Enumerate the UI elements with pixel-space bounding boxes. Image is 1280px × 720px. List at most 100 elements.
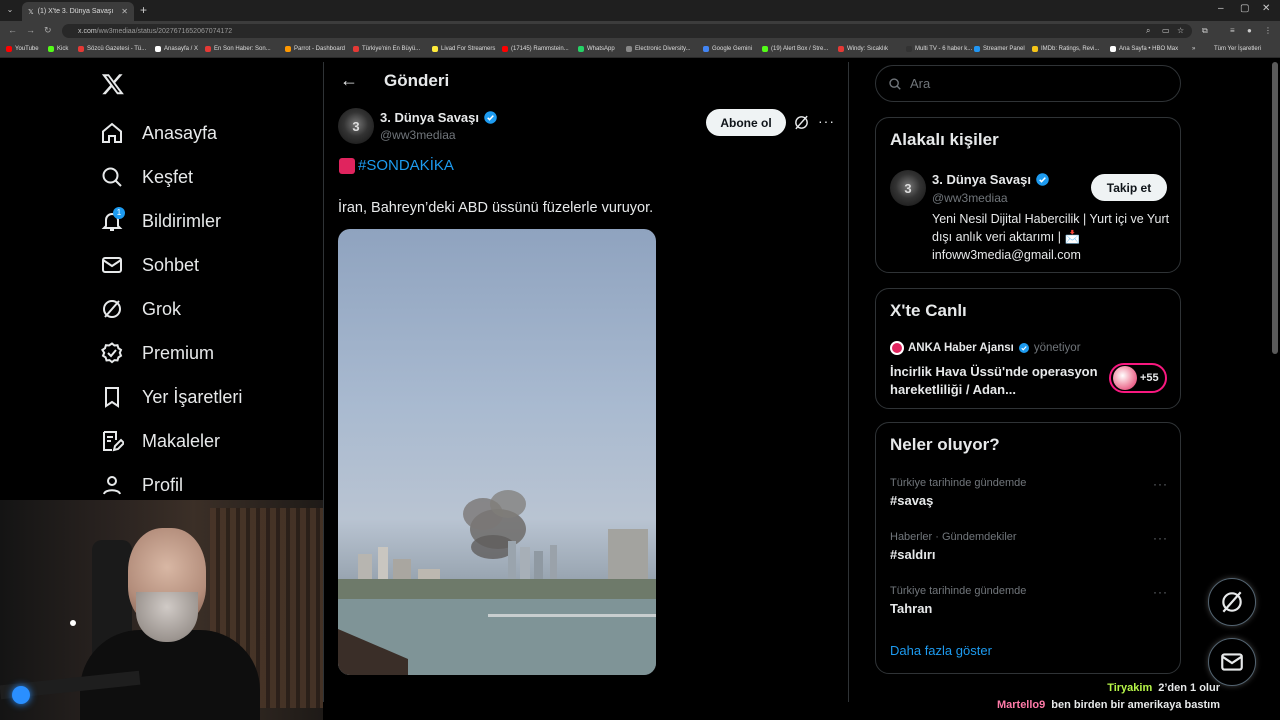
- bookmark-item[interactable]: Livad For Streamers: [432, 46, 495, 52]
- live-host[interactable]: ANKA Haber Ajansı yönetiyor: [890, 341, 1081, 355]
- nav-label: Bildirimler: [142, 210, 222, 231]
- related-name[interactable]: 3. Dünya Savaşı: [932, 172, 1050, 187]
- bookmark-item[interactable]: Kick: [48, 46, 68, 52]
- bookmark-item[interactable]: Sözcü Gazetesi - Tü...: [78, 46, 146, 52]
- browser-tab[interactable]: 𝕏 (1) X'te 3. Dünya Savaşı ✕: [22, 2, 134, 21]
- all-bookmarks-label: Tüm Yer İşaretleri: [1214, 46, 1262, 52]
- related-people-panel: Alakalı kişiler 3 3. Dünya Savaşı @ww3me…: [875, 117, 1181, 273]
- listener-count: +55: [1140, 372, 1159, 384]
- bookmark-item[interactable]: IMDb: Ratings, Revi...: [1032, 46, 1099, 52]
- nav-home[interactable]: Anasayfa: [100, 118, 217, 148]
- profile-avatar-icon[interactable]: ●: [1247, 26, 1252, 35]
- all-bookmarks[interactable]: Tüm Yer İşaretleri: [1214, 46, 1261, 52]
- bookmark-label: YouTube: [15, 46, 39, 52]
- nav-bookmarks[interactable]: Yer İşaretleri: [100, 382, 242, 412]
- nav-grok[interactable]: Grok: [100, 294, 181, 324]
- back-icon[interactable]: ←: [8, 25, 17, 35]
- show-more-link[interactable]: Daha fazla göster: [890, 643, 992, 658]
- nav-label: Premium: [142, 342, 215, 363]
- reload-icon[interactable]: ↻: [44, 25, 52, 36]
- bookmark-label: Kick: [57, 46, 69, 52]
- nav-articles[interactable]: Makaleler: [100, 426, 220, 456]
- nav-profile[interactable]: Profil: [100, 470, 183, 500]
- zoom-icon[interactable]: ⌕: [1146, 26, 1150, 36]
- bookmarks-bar: YouTube Kick Sözcü Gazetesi - Tü... Anasayf…: [0, 41, 1280, 58]
- maximize-icon[interactable]: ▢: [1240, 3, 1249, 14]
- bookmark-item[interactable]: Multi TV - 6 haber k...: [906, 46, 972, 52]
- url-field[interactable]: x.com/ww3mediaa/status/20276716520670741…: [62, 24, 1192, 38]
- live-listeners-pill[interactable]: +55: [1109, 363, 1167, 393]
- bookmark-item[interactable]: Anasayfa / X: [155, 46, 198, 52]
- bookmark-item[interactable]: Türkiye'nin En Büyü...: [353, 46, 420, 52]
- more-options-icon[interactable]: ···: [818, 113, 835, 129]
- nav-explore[interactable]: Keşfet: [100, 162, 193, 192]
- trends-panel: Neler oluyor? Türkiye tarihinde gündemde…: [875, 422, 1181, 674]
- author-avatar[interactable]: 3: [338, 108, 374, 144]
- bookmark-item[interactable]: (17145) Rammstein...: [502, 46, 569, 52]
- author-name[interactable]: 3. Dünya Savaşı: [380, 110, 498, 125]
- bookmark-item[interactable]: (19) Alert Box / Stre...: [762, 46, 828, 52]
- panel-title: Alakalı kişiler: [890, 130, 999, 149]
- star-icon[interactable]: ☆: [1177, 26, 1184, 35]
- close-tab-icon[interactable]: ✕: [121, 7, 128, 16]
- bookmark-label: Multi TV - 6 haber k...: [915, 46, 973, 52]
- hashtag-link[interactable]: #SONDAKİKA: [358, 157, 454, 174]
- bookmark-item[interactable]: YouTube: [6, 46, 39, 52]
- more-options-icon[interactable]: ···: [1153, 585, 1168, 599]
- bookmark-item[interactable]: Google Gemini: [703, 46, 752, 52]
- grok-float-button[interactable]: [1208, 578, 1256, 626]
- mail-icon: [1221, 653, 1243, 671]
- bookmark-item[interactable]: Streamer Panel: [974, 46, 1025, 52]
- bookmark-item[interactable]: Electronic Diversity...: [626, 46, 691, 52]
- bookmark-favicon-icon: [78, 46, 84, 52]
- new-tab-icon[interactable]: +: [140, 3, 147, 17]
- bookmark-favicon-icon: [974, 46, 980, 52]
- bookmark-item[interactable]: Ana Sayfa • HBO Max: [1110, 46, 1178, 52]
- related-handle[interactable]: @ww3mediaa: [932, 191, 1008, 205]
- related-avatar[interactable]: 3: [890, 170, 926, 206]
- trend-item[interactable]: Türkiye tarihinde gündemde #savaş ···: [890, 477, 1170, 508]
- minimize-icon[interactable]: –: [1218, 3, 1224, 14]
- follow-button[interactable]: Takip et: [1091, 174, 1167, 201]
- chat-message: Tiryakim 2’den 1 olur: [960, 682, 1220, 694]
- post-video[interactable]: [338, 229, 656, 675]
- search-input[interactable]: Ara: [875, 65, 1181, 102]
- url-domain: x.com: [78, 27, 97, 35]
- trend-item[interactable]: Haberler · Gündemdekiler #saldırı ···: [890, 531, 1170, 562]
- forward-icon[interactable]: →: [26, 25, 35, 35]
- panel-title: X'te Canlı: [890, 301, 967, 320]
- bookmark-favicon-icon: [48, 46, 54, 52]
- column-divider: [323, 62, 324, 702]
- more-options-icon[interactable]: ···: [1153, 531, 1168, 545]
- extensions-icon[interactable]: ⧉: [1202, 26, 1208, 36]
- bookmark-item[interactable]: Windy: Sıcaklık: [838, 46, 888, 52]
- back-arrow-icon[interactable]: ←: [340, 70, 384, 91]
- author-handle[interactable]: @ww3mediaa: [380, 128, 456, 142]
- messages-float-button[interactable]: [1208, 638, 1256, 686]
- author-name-text: 3. Dünya Savaşı: [380, 110, 479, 125]
- page-scrollbar[interactable]: [1272, 62, 1278, 354]
- live-stream-title[interactable]: İncirlik Hava Üssü'nde operasyon hareket…: [890, 363, 1100, 399]
- media-icon[interactable]: ≡: [1230, 26, 1235, 35]
- subscribe-button[interactable]: Abone ol: [706, 109, 786, 136]
- nav-label: Grok: [142, 298, 182, 319]
- listener-avatar: [1113, 366, 1137, 390]
- menu-icon[interactable]: ⋮: [1264, 26, 1272, 35]
- bookmark-favicon-icon: [703, 46, 709, 52]
- close-window-icon[interactable]: ✕: [1262, 3, 1270, 14]
- grok-icon[interactable]: [793, 114, 810, 131]
- bookmarks-overflow-icon[interactable]: »: [1192, 46, 1195, 52]
- nav-messages[interactable]: Sohbet: [100, 250, 199, 280]
- x-logo-icon[interactable]: [101, 72, 125, 96]
- bookmark-item[interactable]: Parrot - Dashboard: [285, 46, 345, 52]
- nav-label: Anasayfa: [142, 122, 218, 143]
- bookmark-item[interactable]: WhatsApp: [578, 46, 615, 52]
- nav-premium[interactable]: Premium: [100, 338, 214, 368]
- bookmark-item[interactable]: En Son Haber: Son...: [205, 46, 271, 52]
- more-options-icon[interactable]: ···: [1153, 477, 1168, 491]
- tab-list-icon[interactable]: ⌄: [4, 4, 16, 16]
- cast-icon[interactable]: ▭: [1162, 26, 1170, 35]
- anka-logo-icon: [890, 341, 904, 355]
- nav-notifications[interactable]: 1 Bildirimler: [100, 206, 221, 236]
- trend-item[interactable]: Türkiye tarihinde gündemde Tahran ···: [890, 585, 1170, 616]
